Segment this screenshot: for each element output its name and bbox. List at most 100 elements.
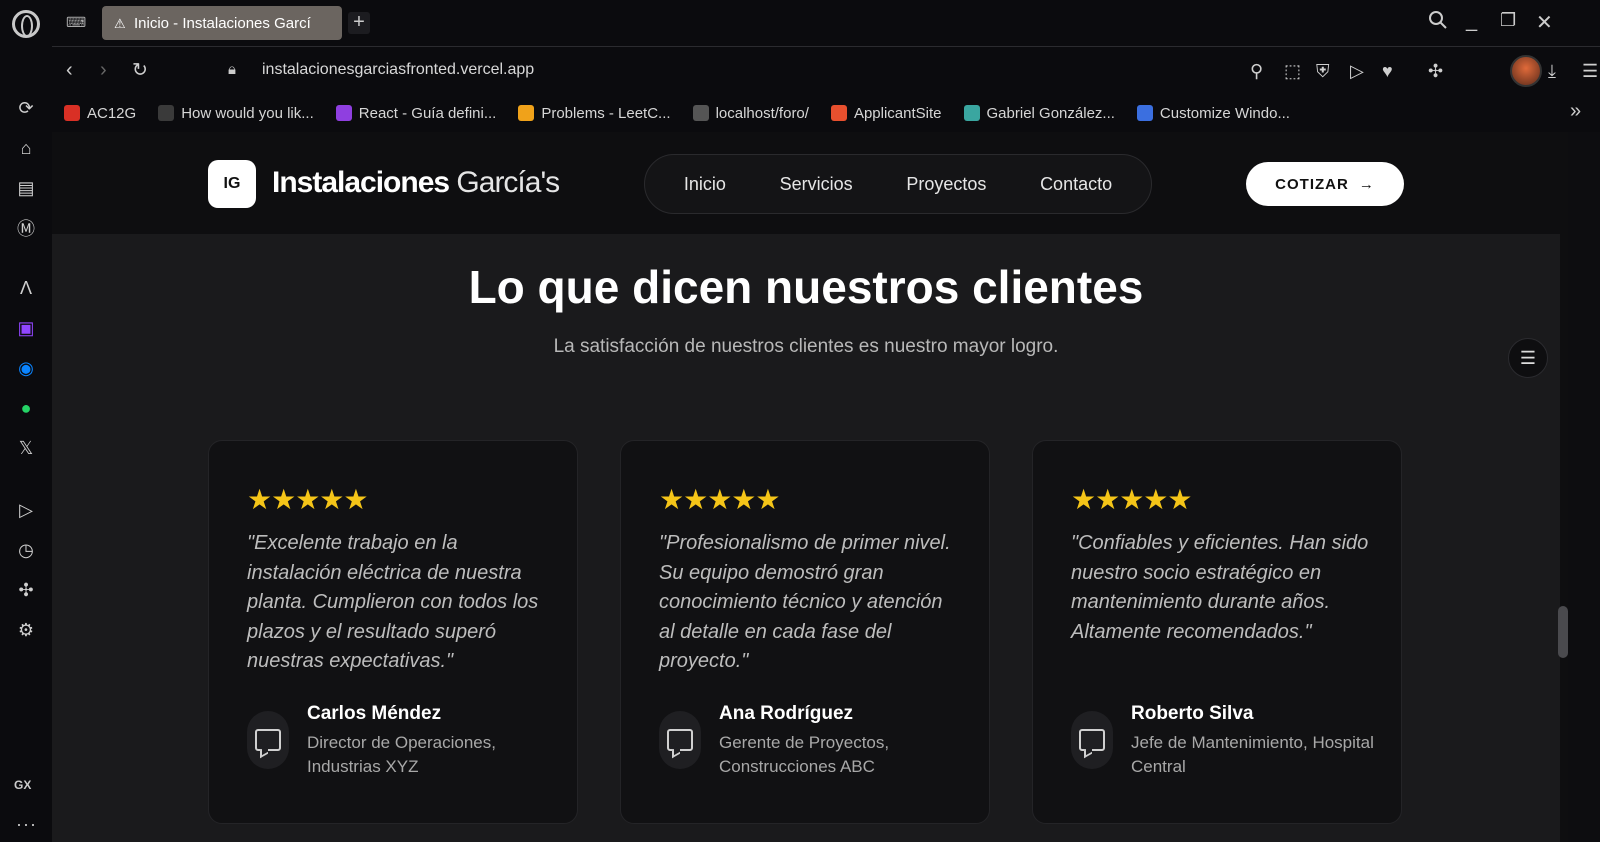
author-name: Roberto Silva [1131, 703, 1254, 724]
gmail-icon [64, 105, 80, 121]
x-twitter-icon[interactable]: 𝕏 [14, 436, 38, 460]
upwork-icon [158, 105, 175, 121]
testimonial-card: ★★★★★ "Confiables y eficientes. Han sido… [1032, 440, 1402, 824]
bookmarks-bar: AC12G How would you lik... React - Guía de… [52, 94, 1600, 132]
profile-avatar[interactable] [1510, 55, 1542, 87]
applicant-icon [830, 105, 847, 121]
opera-gx-logo-icon[interactable] [12, 10, 40, 38]
restore-button[interactable]: ❐ [1500, 10, 1516, 31]
testimonials-subtitle: La satisfacción de nuestros clientes es … [553, 336, 1059, 357]
mods-icon[interactable]: Ⓜ [14, 216, 38, 240]
url-host: instalacionesgarciasfronted [262, 61, 456, 78]
puzzle-icon[interactable]: ✣ [1428, 61, 1443, 82]
bookmark-label: ApplicantSite [853, 104, 942, 122]
nav-inicio[interactable]: Inicio [684, 174, 726, 195]
bookmark-label: Problems - LeetC... [541, 104, 671, 122]
bookmark-label: localhost/foro/ [715, 104, 809, 122]
site-header: IG Instalaciones García's Inicio Servici… [52, 132, 1560, 234]
bookmark-item[interactable]: Problems - LeetC... [518, 104, 671, 122]
page-scrollbar[interactable] [1560, 132, 1568, 842]
close-button[interactable]: ✕ [1536, 10, 1553, 35]
settings-gear-icon[interactable]: ⚙ [14, 618, 38, 642]
bookmark-item[interactable]: ApplicantSite [830, 104, 942, 122]
extensions-icon[interactable]: ✣ [14, 578, 38, 602]
bookmark-label: Customize Windo... [1159, 104, 1290, 122]
bookmark-label: How would you lik... [181, 104, 314, 122]
snapshot-icon[interactable]: ⬚ [1284, 61, 1301, 82]
more-bookmarks-icon[interactable]: » [1570, 100, 1581, 123]
more-icon[interactable]: ··· [16, 814, 37, 835]
player-icon[interactable]: ▷ [14, 498, 38, 522]
bookmark-label: Gabriel González... [986, 104, 1115, 122]
url-field[interactable]: instalacionesgarciasfronted.vercel.app [262, 61, 534, 79]
browser-tab-bar: ⌨ ⚠ Inicio - Instalaciones Garcí + _ ❐ ✕ [0, 0, 1600, 46]
author-name: Carlos Méndez [307, 703, 442, 724]
brand-name[interactable]: Instalaciones García's [272, 166, 560, 200]
back-icon[interactable]: ‹ [66, 59, 73, 82]
history-icon[interactable]: ◷ [14, 538, 38, 562]
rating-stars-icon: ★★★★★ [659, 484, 781, 515]
vs-icon [1136, 105, 1153, 121]
file-icon [692, 105, 709, 121]
twitch-icon[interactable]: ▣ [14, 316, 38, 340]
settings-toggle-icon[interactable]: ☰ [1508, 338, 1548, 378]
refresh-circle-icon[interactable]: ⟳ [14, 96, 38, 120]
messenger-icon[interactable]: ◉ [14, 356, 38, 380]
bookmark-label: React - Guía defini... [358, 104, 497, 122]
minimize-button[interactable]: _ [1466, 10, 1477, 33]
address-bar: ‹ › ↻ 🔒︎ instalacionesgarciasfronted.ver… [52, 46, 1600, 94]
rating-stars-icon: ★★★★★ [1071, 484, 1193, 515]
scrollbar-thumb[interactable] [1558, 606, 1568, 658]
bookmark-item[interactable]: React - Guía defini... [335, 104, 497, 122]
testimonial-card: ★★★★★ "Profesionalismo de primer nivel. … [620, 440, 990, 824]
brand-logo[interactable]: IG [208, 160, 256, 208]
browser-tab[interactable]: ⚠ Inicio - Instalaciones Garcí [102, 6, 342, 40]
author-role: Director de Operaciones, Industrias XYZ [307, 733, 496, 776]
heart-icon[interactable]: ♥ [1382, 61, 1393, 82]
nav-servicios[interactable]: Servicios [780, 174, 853, 195]
send-icon[interactable]: ▷ [1350, 61, 1364, 82]
gx-label: GX [14, 778, 32, 792]
testimonial-author: Roberto Silva Jefe de Mantenimiento, Hos… [1071, 703, 1391, 783]
cotizar-label: COTIZAR [1275, 175, 1349, 193]
bookmark-item[interactable]: AC12G [64, 105, 136, 122]
pin-icon[interactable]: ⚲ [1250, 61, 1263, 82]
site-icon [963, 105, 980, 121]
message-bubble-icon [1071, 711, 1113, 769]
download-icon[interactable]: ⤓ [1548, 61, 1556, 82]
browser-sidebar: ⟳ ⌂ ▤ Ⓜ Λ ▣ ◉ ● 𝕏 ▷ ◷ ✣ ⚙ GX ··· [0, 46, 52, 842]
easy-setup-icon[interactable]: ☰ [1582, 61, 1598, 82]
nav-proyectos[interactable]: Proyectos [906, 174, 986, 195]
gamepad-icon[interactable]: ⌨ [66, 14, 86, 31]
gx-control-icon[interactable]: ▤ [14, 176, 38, 200]
new-tab-button[interactable]: + [348, 12, 370, 34]
nav-contacto[interactable]: Contacto [1040, 174, 1112, 195]
message-bubble-icon [659, 711, 701, 769]
tab-title: Inicio - Instalaciones Garcí [134, 14, 311, 32]
cotizar-button[interactable]: COTIZAR → [1246, 162, 1404, 206]
tab-favicon-icon: ⚠ [114, 16, 126, 31]
rating-stars-icon: ★★★★★ [247, 484, 369, 515]
testimonial-author: Carlos Méndez Director de Operaciones, I… [247, 703, 567, 783]
web-page: IG Instalaciones García's Inicio Servici… [52, 132, 1560, 842]
aria-icon[interactable]: Λ [14, 276, 38, 300]
bookmark-item[interactable]: localhost/foro/ [692, 104, 809, 122]
arrow-right-icon: → [1358, 175, 1375, 193]
gx-corner-icon[interactable]: ⌂ [14, 136, 38, 160]
testimonial-author: Ana Rodríguez Gerente de Proyectos, Cons… [659, 703, 979, 783]
testimonial-quote: "Excelente trabajo en la instalación elé… [247, 532, 539, 672]
message-bubble-icon [247, 711, 289, 769]
shield-icon[interactable]: ⛨ [1316, 61, 1330, 82]
forward-icon[interactable]: › [100, 59, 107, 82]
bookmark-item[interactable]: Gabriel González... [963, 104, 1115, 122]
main-nav: Inicio Servicios Proyectos Contacto [644, 154, 1152, 214]
search-icon[interactable] [1428, 10, 1448, 36]
whatsapp-icon[interactable]: ● [14, 396, 38, 420]
bookmark-item[interactable]: How would you lik... [158, 105, 314, 122]
lock-icon[interactable]: 🔒︎ [228, 61, 236, 78]
udemy-icon [335, 105, 352, 121]
brand-thin: García's [456, 166, 560, 199]
bookmark-item[interactable]: Customize Windo... [1136, 104, 1290, 122]
testimonial-card: ★★★★★ "Excelente trabajo en la instalaci… [208, 440, 578, 824]
reload-icon[interactable]: ↻ [132, 59, 148, 82]
